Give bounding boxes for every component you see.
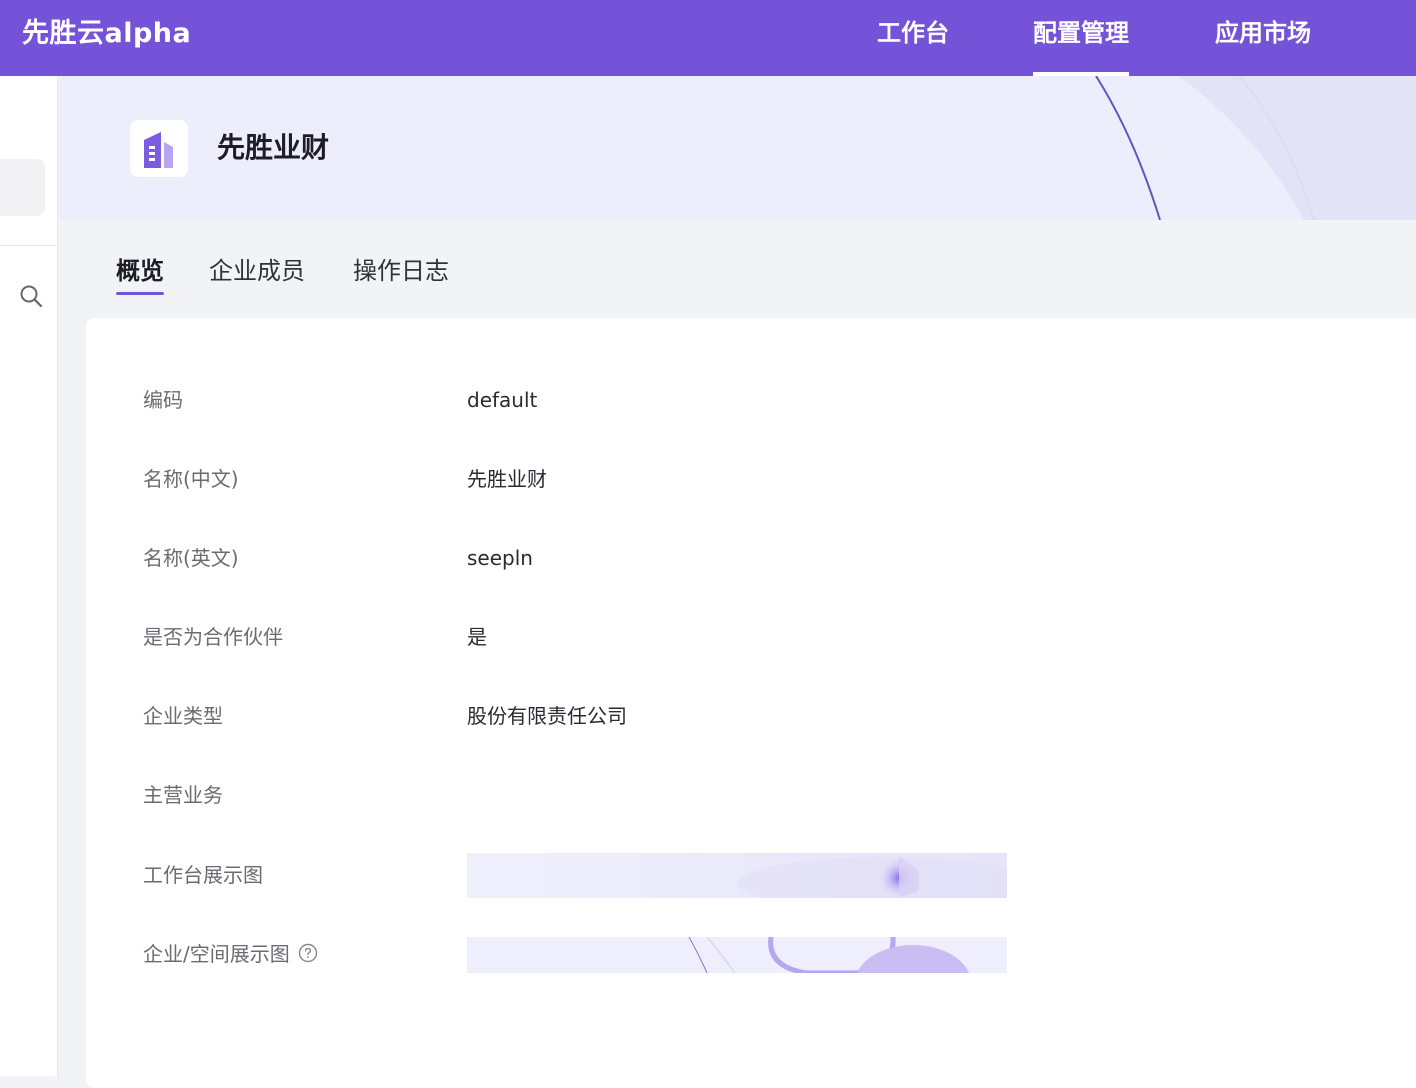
workbench-image-preview[interactable] — [467, 853, 1007, 898]
workbench-image-graphic — [467, 853, 1007, 898]
company-type-value: 股份有限责任公司 — [467, 704, 627, 728]
page-header-banner: 先胜业财 — [59, 76, 1416, 220]
brand-logo-text[interactable]: 先胜云alpha — [22, 14, 191, 54]
tab-operation-log[interactable]: 操作日志 — [353, 254, 449, 288]
company-type-label: 企业类型 — [143, 704, 223, 728]
name-cn-label: 名称(中文) — [143, 467, 239, 491]
nav-item-config-management[interactable]: 配置管理 — [1033, 16, 1129, 76]
space-image-graphic — [467, 937, 1007, 973]
space-image-preview[interactable] — [467, 937, 1007, 973]
sidebar-selected-item[interactable] — [0, 159, 45, 216]
name-cn-value: 先胜业财 — [467, 467, 547, 491]
app-icon — [130, 120, 188, 177]
space-image-label: 企业/空间展示图 — [143, 942, 290, 966]
sidebar-divider — [0, 245, 58, 246]
nav-item-workbench[interactable]: 工作台 — [877, 16, 949, 50]
space-image-label-row: 企业/空间展示图 — [143, 939, 318, 969]
search-icon[interactable] — [18, 283, 44, 309]
workbench-image-label: 工作台展示图 — [143, 863, 263, 887]
tab-overview[interactable]: 概览 — [116, 254, 164, 295]
left-sidebar — [0, 76, 58, 1076]
help-circle-icon[interactable] — [298, 943, 318, 963]
code-label: 编码 — [143, 388, 183, 412]
name-en-value: seepln — [467, 546, 533, 570]
tab-members[interactable]: 企业成员 — [209, 254, 305, 288]
page-title: 先胜业财 — [217, 131, 330, 164]
partner-value: 是 — [467, 625, 487, 649]
building-icon — [144, 132, 173, 168]
top-navigation-bar: 先胜云alpha 工作台 配置管理 应用市场 — [0, 0, 1416, 76]
partner-label: 是否为合作伙伴 — [143, 625, 283, 649]
nav-item-app-market[interactable]: 应用市场 — [1215, 16, 1311, 50]
name-en-label: 名称(英文) — [143, 546, 239, 570]
code-value: default — [467, 388, 538, 412]
main-business-label: 主营业务 — [143, 783, 223, 807]
